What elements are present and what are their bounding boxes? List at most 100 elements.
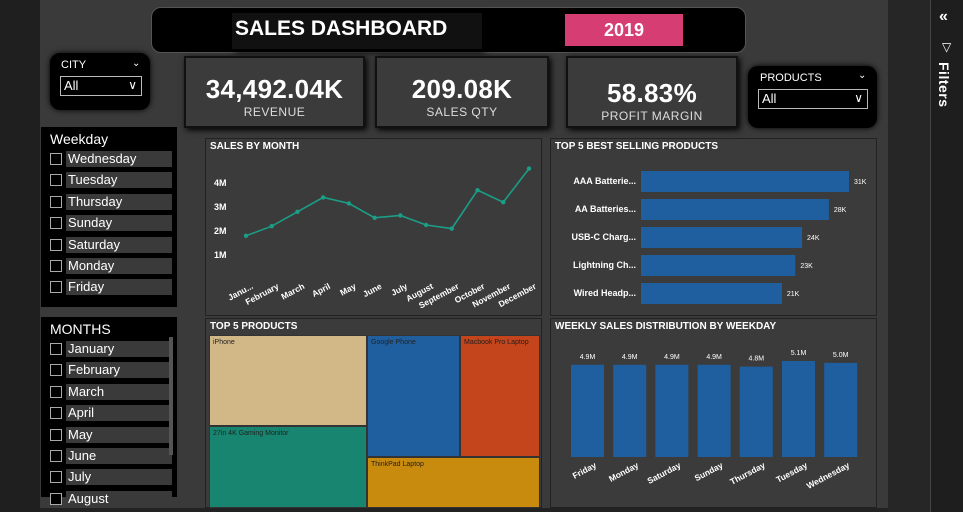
treemap-label: Macbook Pro Laptop [464,339,529,346]
data-label: 28K [834,207,847,214]
weekday-item-saturday[interactable]: Saturday [50,236,214,253]
city-slicer-title: CITY [61,59,87,71]
item-label: Tuesday [68,172,118,188]
treemap-cell-monitor[interactable]: 27in 4K Gaming Monitor [209,426,367,508]
treemap-label: iPhone [213,339,235,346]
x-tick-label: Wednesday [805,460,852,491]
item-label: Thursday [68,193,123,209]
bar[interactable] [641,171,849,192]
weekday-item-friday[interactable]: Friday [50,279,214,296]
checkbox[interactable] [50,407,62,420]
bar[interactable] [655,364,689,457]
data-point[interactable] [269,224,274,229]
scrollbar[interactable] [169,337,173,455]
x-tick-label: June [361,281,383,299]
data-label: 4.9M [664,354,680,361]
checkbox[interactable] [50,364,62,377]
data-point[interactable] [423,222,429,228]
collapse-icon[interactable]: « [939,8,948,26]
data-point[interactable] [398,213,403,218]
bar[interactable] [697,364,731,457]
month-item-may[interactable]: May [50,426,214,443]
data-point[interactable] [449,226,455,231]
data-point[interactable] [243,233,249,238]
y-tick-label: 4M [214,178,227,188]
item-label: Sunday [68,215,113,231]
bar[interactable] [782,361,815,457]
data-point[interactable] [320,195,326,200]
top-products-panel: TOP 5 PRODUCTS iPhone Google Phone Macbo… [205,318,542,508]
products-dropdown[interactable]: All ∨ [758,89,868,109]
filters-pane[interactable]: « ▽ Filters [930,0,963,512]
checkbox[interactable] [50,450,62,462]
x-tick-label: March [279,281,306,302]
month-item-june[interactable]: June [50,448,214,464]
best-selling-panel: TOP 5 BEST SELLING PRODUCTS AAA Batterie… [550,138,877,316]
best-selling-chart: AAA Batterie... 31K AA Batteries... 28K USB-… [571,171,867,304]
kpi-value: 58.83% [607,78,697,108]
weekday-slicer: Weekday Wednesday Tuesday Thursday Sunday Sa… [41,127,177,307]
months-slicer: MONTHS January February March April May June J… [41,317,177,507]
item-label: Saturday [68,236,121,252]
item-label: May [68,426,93,442]
item-label: March [68,383,105,399]
bottom-bar [40,508,888,512]
bar[interactable] [571,364,604,457]
month-item-february[interactable]: February [50,362,214,379]
checkbox[interactable] [50,217,62,230]
bar[interactable] [641,199,829,220]
data-point[interactable] [526,166,532,171]
month-item-july[interactable]: July [50,469,214,486]
month-item-january[interactable]: January [50,341,214,357]
treemap-cell-iphone[interactable]: iPhone [209,335,367,426]
treemap-cell-thinkpad[interactable]: ThinkPad Laptop [367,457,540,508]
bar[interactable] [613,364,647,457]
filters-label[interactable]: Filters [936,62,952,108]
x-tick-label: Saturday [646,460,683,486]
weekday-item-thursday[interactable]: Thursday [50,193,214,210]
bar[interactable] [824,362,858,457]
checkbox[interactable] [50,428,62,441]
data-point[interactable] [501,200,506,205]
treemap-label: Google Phone [371,339,416,346]
weekday-item-monday[interactable]: Monday [50,258,214,274]
weekday-item-tuesday[interactable]: Tuesday [50,172,214,189]
x-tick-label: Sunday [693,460,725,483]
data-label: 4.9M [622,354,638,361]
chevron-down-icon[interactable]: ⌄ [132,58,140,69]
checkbox[interactable] [50,492,62,505]
checkbox[interactable] [50,174,62,187]
bar[interactable] [641,227,803,248]
checkbox[interactable] [50,281,62,294]
treemap-cell-google-phone[interactable]: Google Phone [367,335,460,457]
checkbox[interactable] [50,471,62,484]
data-point[interactable] [372,215,377,220]
bar[interactable] [739,366,773,457]
month-item-april[interactable]: April [50,405,214,422]
checkbox[interactable] [50,260,62,272]
category-label: Wired Headp... [574,288,636,298]
weekday-item-sunday[interactable]: Sunday [50,215,214,232]
data-label: 5.0M [833,352,849,359]
bar[interactable] [641,283,782,304]
city-dropdown[interactable]: All ∨ [60,76,142,96]
checkbox[interactable] [50,238,62,251]
treemap-cell-macbook[interactable]: Macbook Pro Laptop [460,335,540,457]
checkbox[interactable] [50,343,62,355]
data-label: 21K [787,291,800,298]
bar[interactable] [641,255,796,276]
checkbox[interactable] [50,385,62,398]
checkbox[interactable] [50,195,62,208]
y-tick-label: 3M [214,202,227,212]
month-item-march[interactable]: March [50,383,214,400]
data-point[interactable] [475,188,480,193]
kpi-label: SALES QTY [426,105,498,119]
data-point[interactable] [295,209,300,214]
month-item-august[interactable]: August [50,490,214,507]
category-label: Lightning Ch... [573,260,636,270]
chevron-down-icon[interactable]: ⌄ [858,70,866,81]
checkbox[interactable] [50,153,62,165]
y-tick-label: 2M [214,226,227,236]
data-point[interactable] [346,201,352,206]
weekday-item-wednesday[interactable]: Wednesday [50,151,214,167]
